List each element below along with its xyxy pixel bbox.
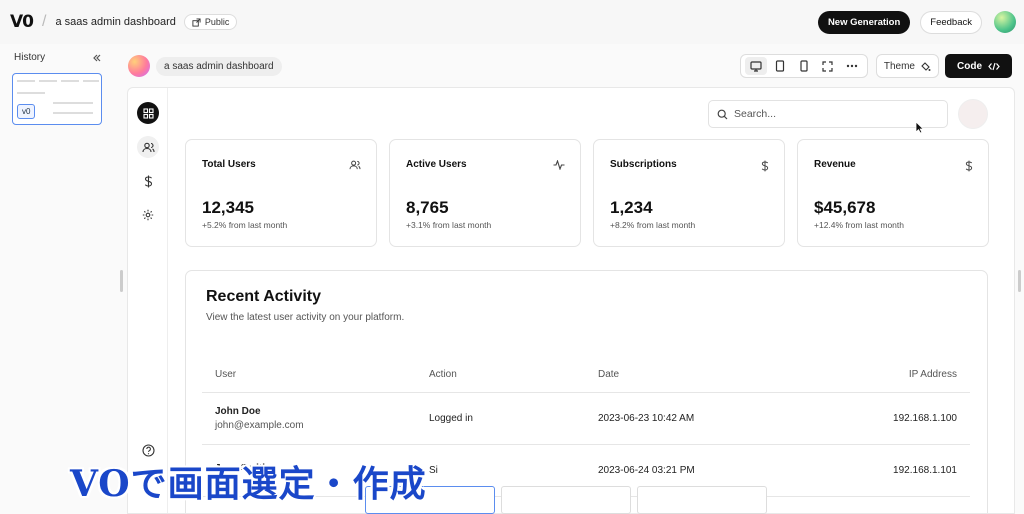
stat-card-active-users: Active Users 8,765 +3.1% from last month [389,139,581,247]
theme-label: Theme [883,60,915,72]
user-email: john@example.com [215,419,304,431]
share-icon [192,17,201,27]
card-value: 8,765 [406,198,449,217]
dollar-icon [965,160,973,172]
resize-handle-left[interactable] [120,270,123,292]
generation-thumbnail[interactable] [501,486,631,514]
user-name: John Doe [215,405,261,417]
action-cell: Logged in [416,392,585,445]
desktop-view-button[interactable] [744,57,767,75]
paint-bucket-icon [921,61,931,71]
stat-cards: Total Users 12,345 +5.2% from last month… [185,139,990,249]
card-title: Total Users [202,159,256,170]
table-row[interactable]: John Doe john@example.com Logged in 2023… [202,392,970,445]
dashboard-nav-rail [128,88,168,513]
project-title[interactable]: a saas admin dashboard [55,16,175,28]
fullscreen-icon [822,60,833,72]
mouse-cursor-icon [915,121,924,134]
column-header-ip[interactable]: IP Address [785,358,970,393]
more-icon [846,64,858,68]
history-version-thumbnail[interactable]: v0 [12,73,102,125]
chevrons-left-icon[interactable] [92,53,102,63]
preview-frame: Total Users 12,345 +5.2% from last month… [127,87,1015,514]
card-change: +12.4% from last month [814,220,905,230]
card-title: Subscriptions [610,159,677,170]
breadcrumb-separator: / [42,13,47,30]
thumb-line [61,80,79,82]
ip-cell: 192.168.1.100 [785,392,970,445]
date-cell: 2023-06-23 10:42 AM [585,392,785,445]
feedback-button[interactable]: Feedback [920,10,982,34]
generation-thumbnail[interactable] [637,486,767,514]
dollar-icon [144,175,152,187]
ip-cell: 192.168.1.101 [785,444,970,497]
new-generation-button[interactable]: New Generation [817,10,911,34]
mobile-icon [800,60,808,72]
card-value: 12,345 [202,198,254,217]
users-icon [141,142,155,152]
thumb-line [17,80,35,82]
nav-billing[interactable] [137,170,159,192]
fullscreen-button[interactable] [817,57,839,75]
thumb-line [53,102,93,104]
thumb-line [53,112,93,114]
grid-icon [142,107,154,119]
code-label: Code [957,60,982,72]
card-title: Revenue [814,159,856,170]
dashboard-user-avatar[interactable] [958,99,988,129]
thumb-line [17,92,45,94]
version-badge[interactable]: v0 [17,104,36,119]
settings-icon [142,209,154,221]
card-value: 1,234 [610,198,653,217]
tablet-view-button[interactable] [769,57,791,75]
card-change: +5.2% from last month [202,220,288,230]
nav-users[interactable] [137,136,159,158]
card-title: Active Users [406,159,467,170]
generation-avatar [128,55,150,77]
visibility-badge[interactable]: Public [183,14,238,30]
thumb-line [39,80,57,82]
theme-button[interactable]: Theme [875,54,939,78]
activity-icon [553,160,565,170]
recent-activity-subtitle: View the latest user activity on your pl… [206,312,405,323]
user-avatar[interactable] [994,11,1016,33]
nav-dashboard[interactable] [137,102,159,124]
column-header-user[interactable]: User [202,358,416,393]
history-panel: History v0 [8,46,108,514]
search-icon [717,109,728,119]
code-button[interactable]: Code [945,54,1012,78]
device-toggle-group [739,54,868,78]
visibility-label: Public [204,17,230,27]
more-options-button[interactable] [841,57,863,75]
recent-activity-title: Recent Activity [206,288,321,305]
users-icon [349,160,361,170]
history-title: History [14,52,46,63]
preview-toolbar: a saas admin dashboard Theme Code [122,52,1012,80]
card-value: $45,678 [814,198,876,217]
thumb-line [83,80,99,82]
v0-logo[interactable]: V0 [10,12,34,32]
top-bar: V0 / a saas admin dashboard Public New G… [0,0,1024,44]
prompt-chip[interactable]: a saas admin dashboard [156,56,282,76]
video-caption: VOで画面選定・作成 [70,463,427,505]
search-input[interactable] [734,108,924,120]
card-change: +8.2% from last month [610,220,696,230]
desktop-icon [750,60,762,72]
search-box[interactable] [708,100,948,128]
table-header-row: User Action Date IP Address [202,358,970,393]
card-change: +3.1% from last month [406,220,492,230]
column-header-action[interactable]: Action [416,358,585,393]
resize-handle-right[interactable] [1018,270,1021,292]
tablet-icon [775,60,784,72]
column-header-date[interactable]: Date [585,358,785,393]
user-cell: John Doe john@example.com [202,392,416,445]
mobile-view-button[interactable] [793,57,815,75]
stat-card-revenue: Revenue $45,678 +12.4% from last month [797,139,989,247]
nav-settings[interactable] [137,204,159,226]
stat-card-subscriptions: Subscriptions 1,234 +8.2% from last mont… [593,139,785,247]
code-icon [988,62,1000,70]
dollar-icon [761,160,769,172]
stat-card-total-users: Total Users 12,345 +5.2% from last month [185,139,377,247]
